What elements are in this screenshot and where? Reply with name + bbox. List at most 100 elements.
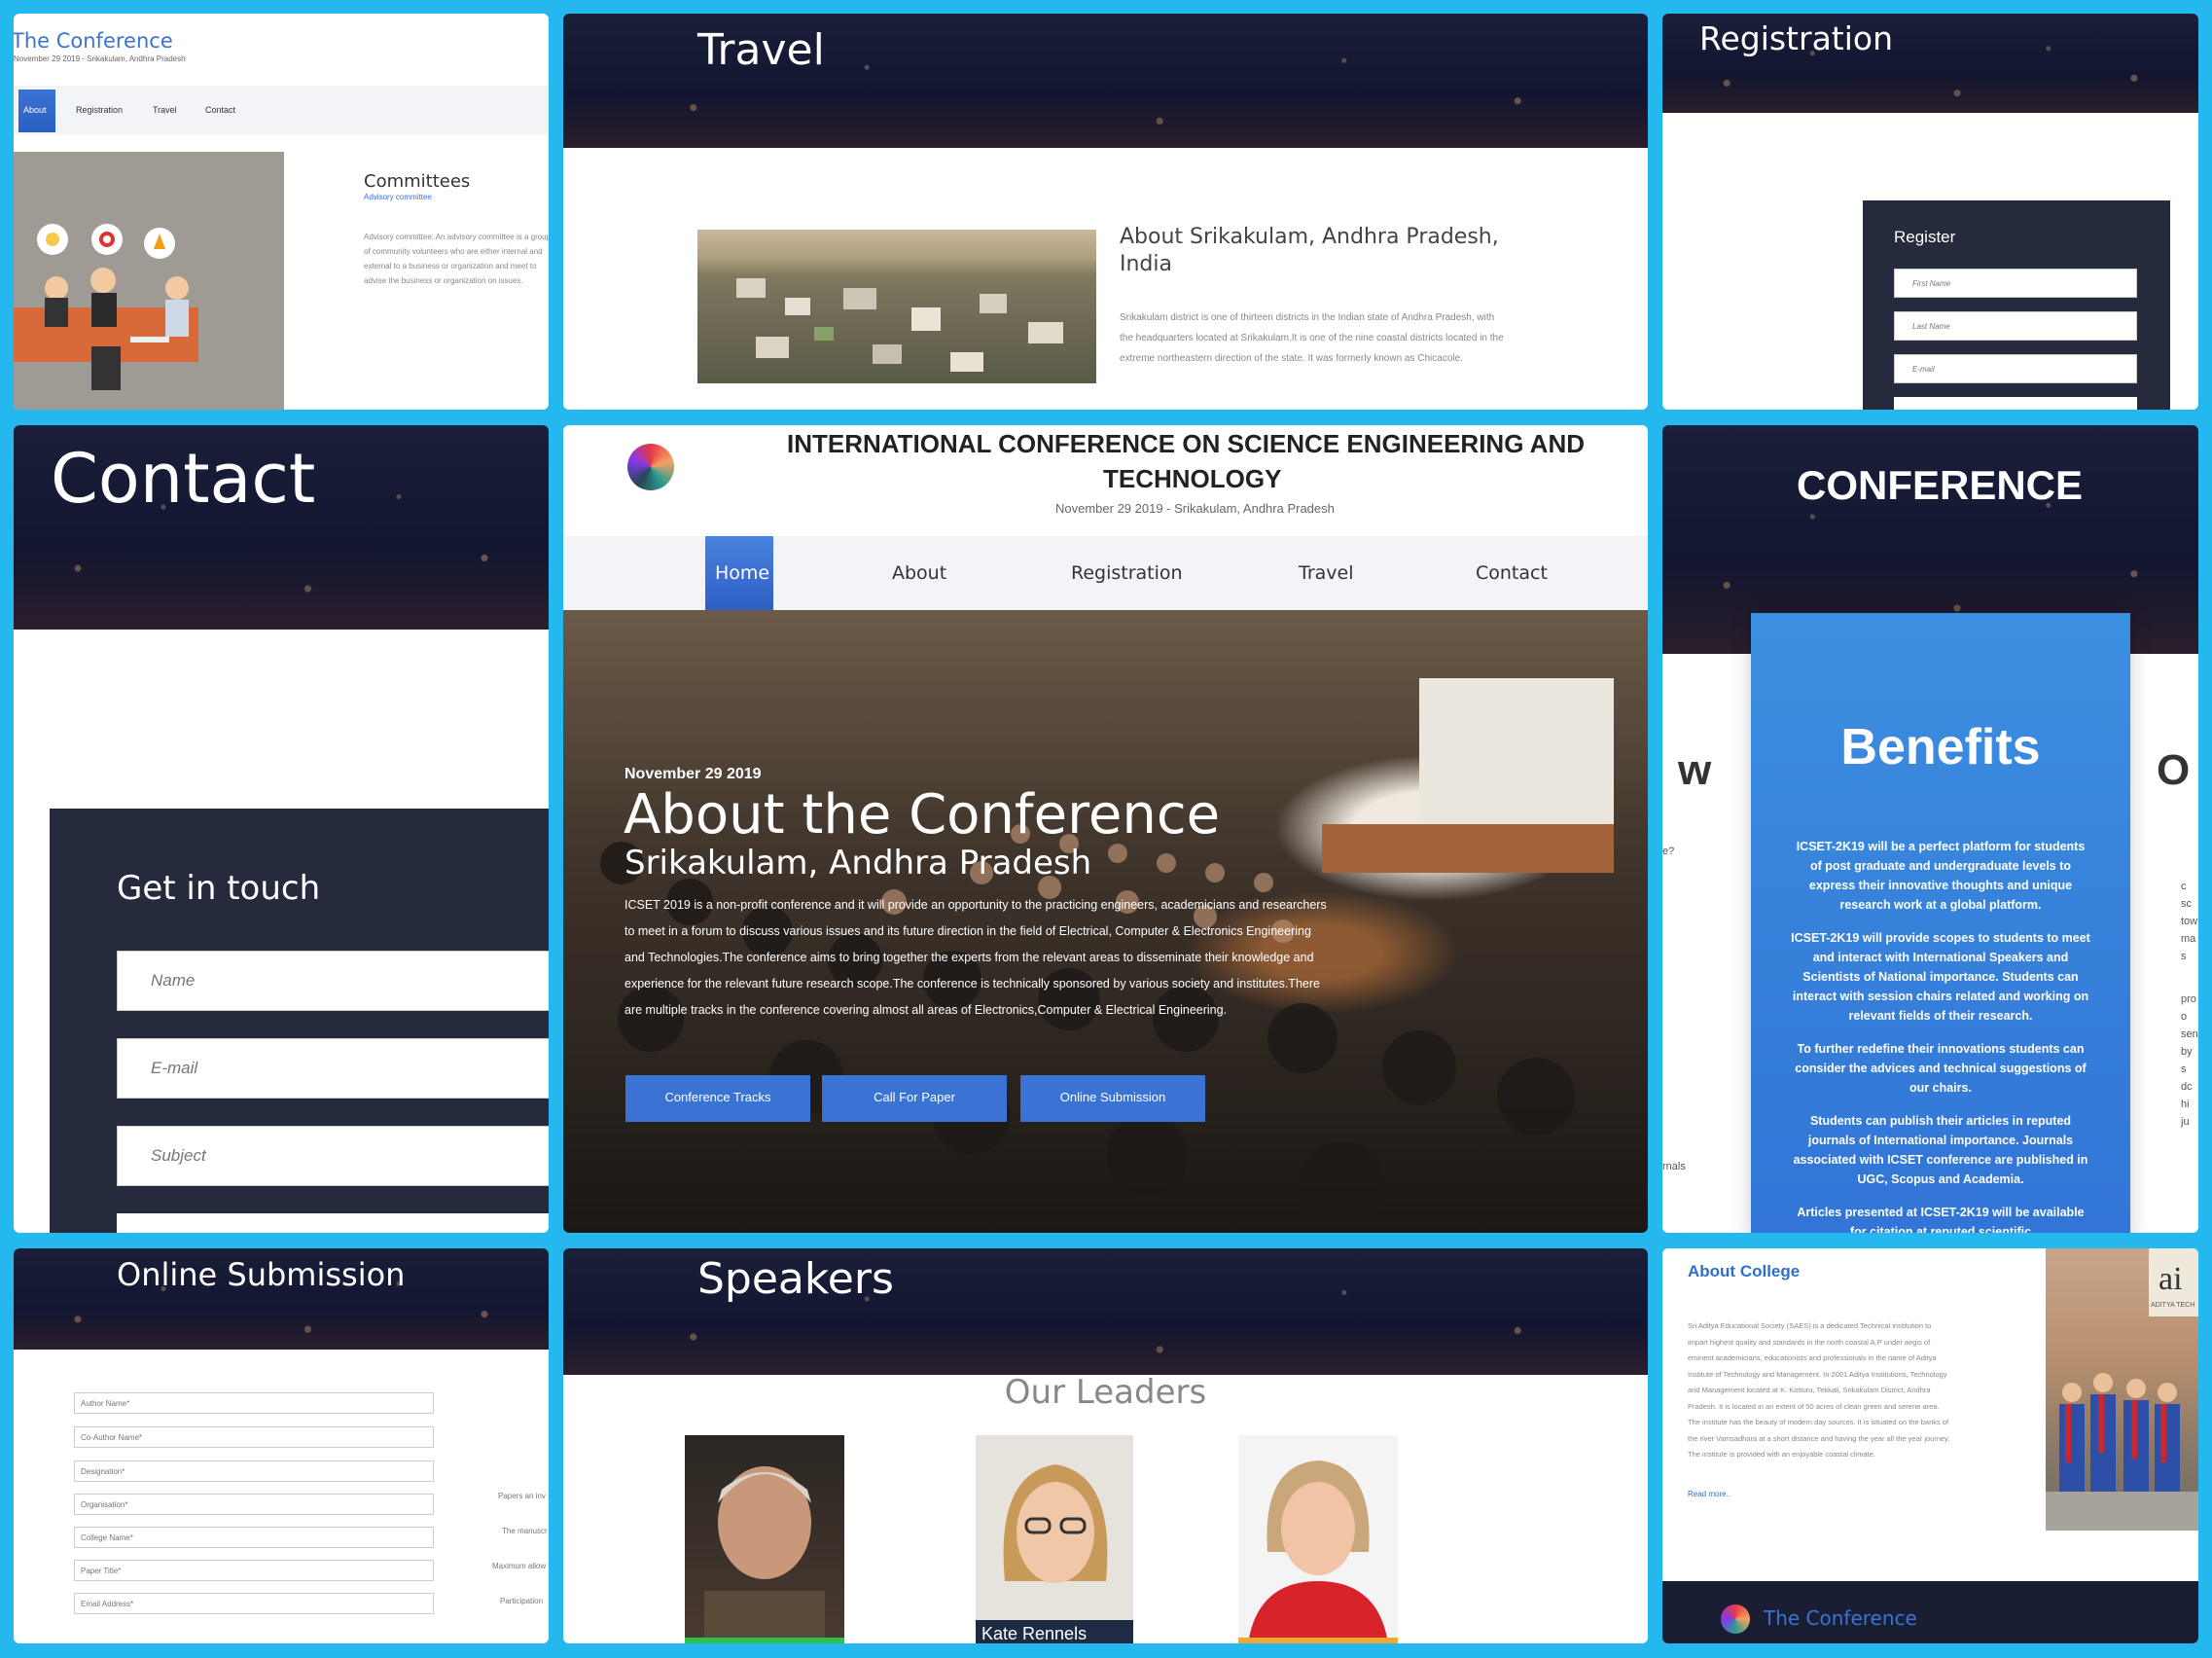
right-partial-letter: O bbox=[2157, 746, 2191, 794]
online-submission-button[interactable]: Online Submission bbox=[1020, 1075, 1205, 1122]
nav-about[interactable]: About bbox=[18, 90, 55, 132]
side-note: Papers an inv bbox=[498, 1492, 546, 1500]
speaker-portrait-graphic bbox=[685, 1466, 844, 1643]
contact-banner-title: Contact bbox=[51, 439, 316, 519]
committees-heading: Committees bbox=[364, 171, 471, 192]
benefits-heading: Benefits bbox=[1840, 719, 2041, 775]
contact-message-field[interactable] bbox=[117, 1213, 549, 1233]
meeting-illustration-graphic bbox=[14, 224, 198, 390]
college-photo: ai ADITYA TECH bbox=[2046, 1248, 2198, 1531]
travel-heading: About Srikakulam, Andhra Pradesh, India bbox=[1120, 225, 1499, 276]
college-footer: The Conference bbox=[1662, 1581, 2198, 1643]
contact-subject-field[interactable] bbox=[117, 1126, 549, 1186]
conference-title-line1: INTERNATIONAL CONFERENCE ON SCIENCE ENGI… bbox=[787, 429, 1586, 458]
left-partial-text-2: rnals bbox=[1662, 1161, 1686, 1172]
benefit-paragraph: Articles presented at ICSET-2K19 will be… bbox=[1797, 1206, 2085, 1233]
benefits-paragraphs: ICSET-2K19 will be a perfect platform fo… bbox=[1790, 837, 2091, 1233]
nav-contact[interactable]: Contact bbox=[205, 105, 235, 115]
right-frag: pro bbox=[2181, 993, 2196, 1005]
benefit-paragraph: ICSET-2K19 will be a perfect platform fo… bbox=[1796, 840, 2086, 912]
author-name-field[interactable] bbox=[74, 1392, 434, 1414]
email-address-field[interactable] bbox=[74, 1593, 434, 1614]
right-frag: ma bbox=[2181, 933, 2196, 945]
nav-registration[interactable]: Registration bbox=[76, 105, 123, 115]
right-frag: c bbox=[2181, 881, 2187, 892]
left-partial-text-1: e? bbox=[1662, 846, 1675, 857]
nav-travel[interactable]: Travel bbox=[1299, 562, 1353, 584]
srikakulam-aerial-photo bbox=[697, 230, 1096, 383]
left-partial-letter: w bbox=[1678, 746, 1712, 794]
side-note: The manuscr bbox=[502, 1527, 548, 1535]
submission-page-tile: Online Submission Papers an inv The manu… bbox=[14, 1248, 549, 1643]
contact-email-field[interactable] bbox=[117, 1038, 549, 1099]
benefits-page-tile: CONFERENCE w e? rnals O c sc tow ma s pr… bbox=[1662, 425, 2198, 1233]
read-more-link[interactable]: Read more.. bbox=[1688, 1490, 1730, 1498]
benefits-card: Benefits ICSET-2K19 will be a perfect pl… bbox=[1751, 613, 2130, 1233]
register-next-field[interactable] bbox=[1894, 397, 2137, 410]
committees-page-tile: The Conference November 29 2019 - Srikak… bbox=[14, 14, 549, 410]
right-frag: s bbox=[2181, 1063, 2187, 1075]
contact-name-field[interactable] bbox=[117, 951, 549, 1011]
speakers-banner-title: Speakers bbox=[697, 1254, 894, 1304]
committee-illustration bbox=[14, 152, 284, 410]
conference-tracks-button[interactable]: Conference Tracks bbox=[625, 1075, 810, 1122]
conference-banner-title: CONFERENCE bbox=[1797, 462, 2084, 508]
travel-banner-title: Travel bbox=[697, 25, 825, 75]
register-form-title: Register bbox=[1894, 228, 1956, 246]
register-form-panel: Register bbox=[1863, 200, 2170, 410]
co-author-name-field[interactable] bbox=[74, 1426, 434, 1448]
hero-title: About the Conference bbox=[624, 783, 1221, 847]
college-name-field[interactable] bbox=[74, 1527, 434, 1548]
site-title-link[interactable]: The Conference bbox=[14, 29, 173, 53]
nav-home[interactable]: Home bbox=[705, 536, 773, 610]
last-name-field[interactable] bbox=[1894, 311, 2137, 341]
nav-registration[interactable]: Registration bbox=[1071, 562, 1183, 584]
registration-page-tile: Registration Register bbox=[1662, 14, 2198, 410]
speaker-photo-3[interactable] bbox=[1238, 1435, 1398, 1643]
advisory-committee-link[interactable]: Advisory committee bbox=[364, 193, 432, 201]
conference-subtitle: November 29 2019 - Srikakulam, Andhra Pr… bbox=[1055, 501, 1335, 516]
right-frag: o bbox=[2181, 1011, 2188, 1023]
hero-body: ICSET 2019 is a non-profit conference an… bbox=[624, 898, 1327, 1017]
contact-form-title: Get in touch bbox=[117, 869, 321, 908]
college-page-tile: About College Sri Aditya Educational Soc… bbox=[1662, 1248, 2198, 1643]
about-college-heading: About College bbox=[1688, 1262, 1801, 1280]
side-note: Participation bbox=[500, 1597, 544, 1605]
nav-bar: About Registration Travel Contact bbox=[14, 86, 549, 134]
our-leaders-heading: Our Leaders bbox=[1004, 1373, 1207, 1412]
benefit-paragraph: To further redefine their innovations st… bbox=[1795, 1042, 2087, 1095]
paper-title-field[interactable] bbox=[74, 1560, 434, 1581]
benefit-paragraph: Students can publish their articles in r… bbox=[1793, 1114, 2088, 1186]
call-for-paper-button[interactable]: Call For Paper bbox=[822, 1075, 1007, 1122]
college-sign-text: ai bbox=[2158, 1261, 2183, 1297]
side-note: Maximum allow bbox=[492, 1562, 547, 1570]
speaker-photo-1[interactable] bbox=[685, 1435, 844, 1643]
right-frag: tow bbox=[2181, 916, 2198, 927]
speaker-caption: Kate Rennels bbox=[981, 1624, 1087, 1643]
contact-page-tile: Contact Get in touch bbox=[14, 425, 549, 1233]
right-frag: s bbox=[2181, 951, 2187, 962]
speaker-portrait-graphic bbox=[1238, 1460, 1398, 1643]
conference-title-line2: TECHNOLOGY bbox=[1103, 464, 1282, 493]
speaker-portrait-graphic: Kate Rennels bbox=[976, 1464, 1133, 1643]
hero-section: November 29 2019 About the Conference Sr… bbox=[563, 610, 1648, 1233]
organisation-field[interactable] bbox=[74, 1494, 434, 1515]
designation-field[interactable] bbox=[74, 1460, 434, 1482]
footer-logo[interactable] bbox=[1721, 1604, 1750, 1634]
right-frag: by bbox=[2181, 1046, 2193, 1058]
contact-form-panel: Get in touch bbox=[50, 809, 549, 1233]
email-field[interactable] bbox=[1894, 354, 2137, 383]
travel-page-tile: Travel About Srikakulam, Andhra Pradesh,… bbox=[563, 14, 1648, 410]
speaker-photo-2[interactable]: Kate Rennels bbox=[976, 1435, 1133, 1643]
travel-body: Srikakulam district is one of thirteen d… bbox=[1120, 312, 1504, 364]
graduates-photo-graphic: ai ADITYA TECH bbox=[2046, 1248, 2198, 1531]
nav-contact[interactable]: Contact bbox=[1476, 562, 1548, 584]
nav-travel[interactable]: Travel bbox=[153, 105, 177, 115]
registration-banner-title: Registration bbox=[1699, 19, 1893, 57]
right-partial-column: c sc tow ma s pro o sen by s dc hi ju bbox=[2181, 878, 2198, 1131]
college-sign-subtext: ADITYA TECH bbox=[2151, 1302, 2194, 1309]
footer-site-title[interactable]: The Conference bbox=[1764, 1606, 1917, 1630]
nav-about[interactable]: About bbox=[892, 562, 946, 584]
first-name-field[interactable] bbox=[1894, 269, 2137, 298]
site-subtitle: November 29 2019 - Srikakulam, Andhra Pr… bbox=[14, 54, 186, 63]
